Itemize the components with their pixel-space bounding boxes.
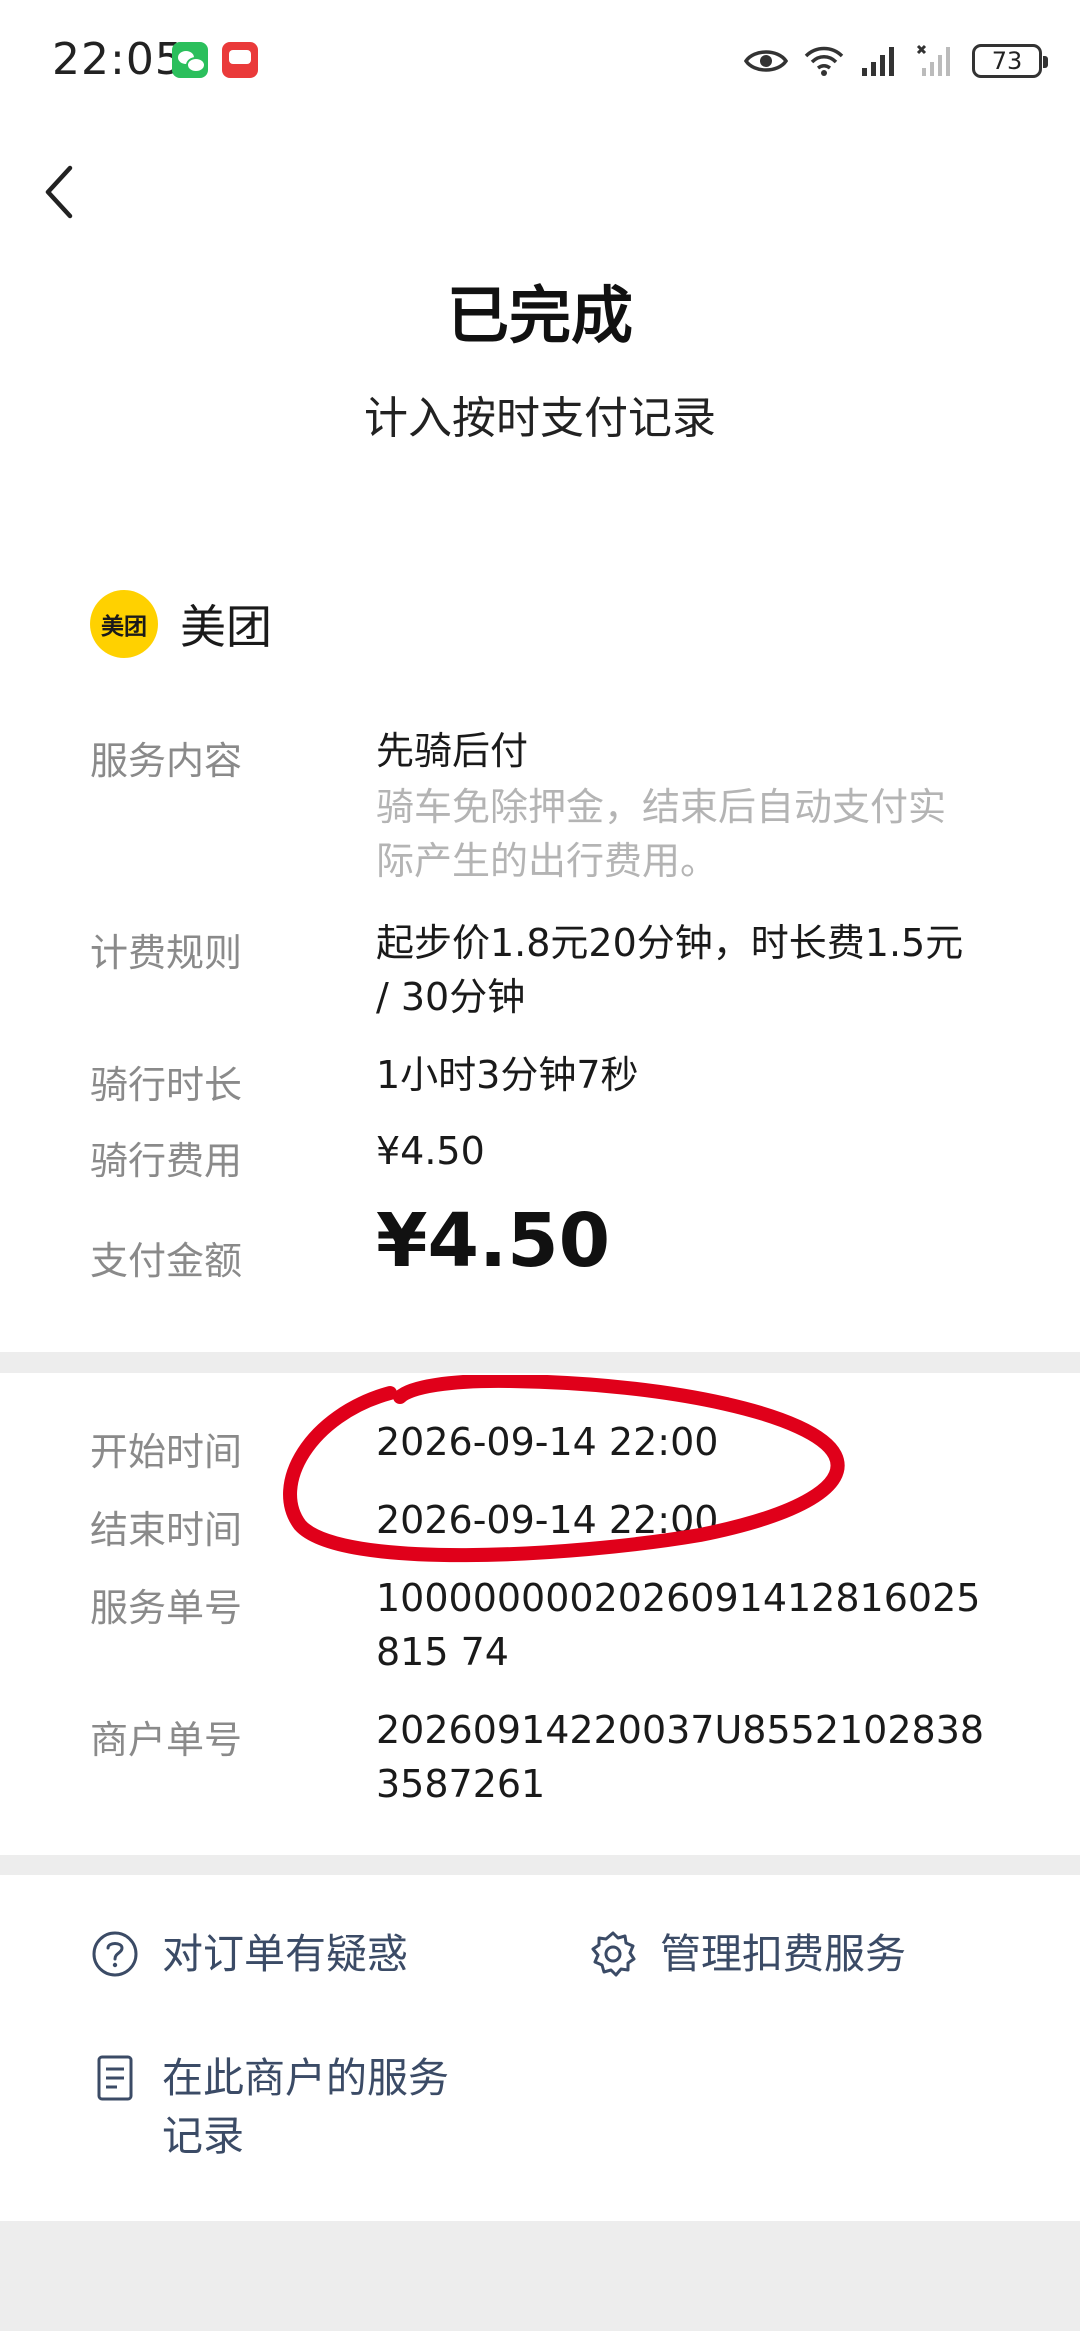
ride-fee-value: ¥4.50 bbox=[376, 1129, 485, 1173]
status-bar: 22:05 73 bbox=[0, 0, 1080, 120]
merchant-order-number-label: 商户单号 bbox=[90, 1718, 243, 1762]
end-time-value: 2026-09-14 22:00 bbox=[376, 1498, 719, 1542]
ride-fee-label: 骑行费用 bbox=[90, 1139, 243, 1183]
signal-icon bbox=[862, 47, 894, 76]
screen: 22:05 73 已完成 计入按时支付记录 美团 美团 服务内容 先骑后付 骑车… bbox=[0, 0, 1080, 2331]
order-question-label: 对订单有疑惑 bbox=[162, 1930, 408, 1978]
payment-amount-value: ¥4.50 bbox=[376, 1198, 611, 1284]
status-time: 22:05 bbox=[52, 34, 184, 85]
billing-rule-value: 起步价1.8元20分钟，时长费1.5元 / 30分钟 bbox=[376, 921, 964, 1019]
manage-deduction-link[interactable]: 管理扣费服务 bbox=[588, 1925, 906, 1983]
payment-amount-label: 支付金额 bbox=[90, 1239, 243, 1283]
document-icon bbox=[97, 2055, 133, 2101]
merchant-order-number-value: 20260914220037U85521028383587261 bbox=[376, 1708, 985, 1806]
ride-duration-value: 1小时3分钟7秒 bbox=[376, 1053, 639, 1097]
signal-no-service-icon bbox=[916, 44, 950, 76]
red-app-icon bbox=[222, 42, 258, 78]
eye-icon bbox=[744, 50, 788, 72]
billing-rule-label: 计费规则 bbox=[90, 931, 243, 975]
service-content-value: 先骑后付 bbox=[376, 729, 529, 773]
merchant-service-records-label: 在此商户的服务记录 bbox=[162, 2054, 449, 2160]
end-time-label: 结束时间 bbox=[90, 1508, 243, 1552]
order-info-card: 开始时间 2026-09-14 22:00 结束时间 2026-09-14 22… bbox=[0, 1373, 1080, 1855]
order-question-link[interactable]: 对订单有疑惑 bbox=[90, 1925, 408, 1983]
question-circle-icon bbox=[92, 1931, 138, 1977]
meituan-logo: 美团 bbox=[90, 590, 158, 658]
order-summary-card: 已完成 计入按时支付记录 美团 美团 服务内容 先骑后付 骑车免除押金，结束后自… bbox=[0, 120, 1080, 1352]
actions-card: 对订单有疑惑 管理扣费服务 在此商户的服务记录 bbox=[0, 1875, 1080, 2221]
merchant-service-records-link[interactable]: 在此商户的服务记录 bbox=[90, 2049, 510, 2165]
start-time-value: 2026-09-14 22:00 bbox=[376, 1420, 719, 1464]
service-order-number-value: 1000000002026091412816025815 74 bbox=[376, 1576, 981, 1674]
gear-icon bbox=[591, 1931, 636, 1977]
chevron-left-icon[interactable] bbox=[38, 160, 82, 224]
ride-duration-label: 骑行时长 bbox=[90, 1063, 243, 1107]
manage-deduction-label: 管理扣费服务 bbox=[660, 1930, 906, 1978]
battery-icon: 73 bbox=[972, 44, 1048, 78]
merchant-row: 美团 美团 bbox=[90, 590, 272, 658]
merchant-name: 美团 bbox=[180, 600, 272, 654]
service-order-number-label: 服务单号 bbox=[90, 1586, 243, 1630]
wechat-icon bbox=[172, 42, 208, 78]
service-content-label: 服务内容 bbox=[90, 739, 243, 783]
order-status-subtitle: 计入按时支付记录 bbox=[364, 393, 716, 444]
service-content-description: 骑车免除押金，结束后自动支付实际产生的出行费用。 bbox=[376, 785, 947, 883]
status-icons: 73 bbox=[744, 38, 1048, 84]
order-status-title: 已完成 bbox=[446, 279, 633, 352]
start-time-label: 开始时间 bbox=[90, 1430, 243, 1474]
wifi-icon bbox=[804, 46, 844, 76]
